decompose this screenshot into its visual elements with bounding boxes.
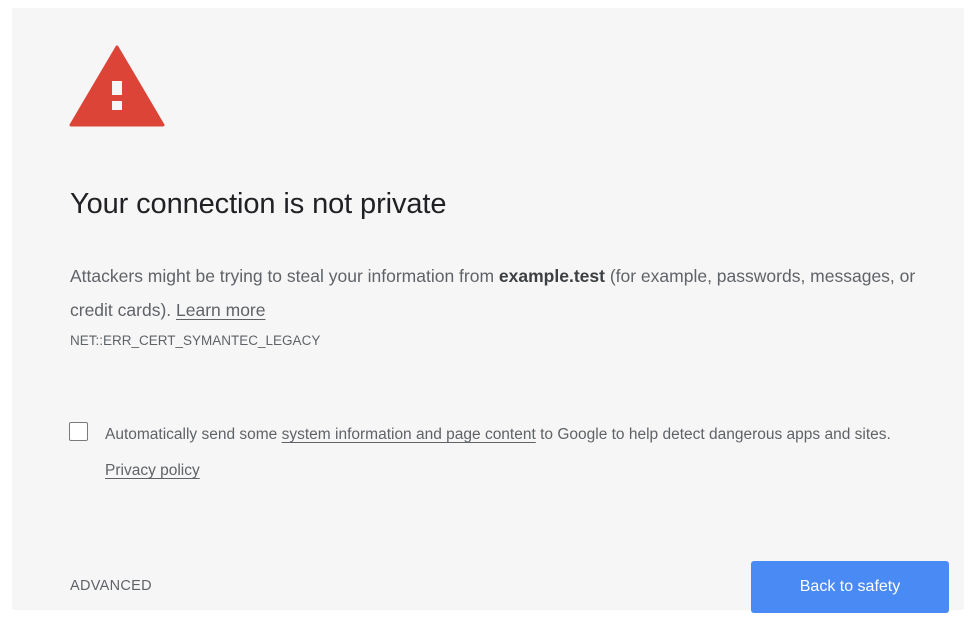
interstitial-page: Your connection is not private Attackers…: [12, 8, 964, 613]
site-name: example.test: [498, 266, 605, 286]
send-info-label: Automatically send some system informati…: [105, 417, 925, 489]
privacy-policy-link[interactable]: Privacy policy: [105, 462, 200, 479]
back-to-safety-button[interactable]: Back to safety: [751, 561, 949, 613]
error-code: NET::ERR_CERT_SYMANTEC_LEGACY: [70, 333, 321, 348]
send-info-checkbox[interactable]: [69, 422, 88, 441]
main-message-prefix: Attackers might be trying to steal your …: [70, 266, 499, 286]
optin-middle: to Google to help detect dangerous apps …: [535, 426, 891, 443]
optin-prefix: Automatically send some: [105, 426, 282, 443]
learn-more-link[interactable]: Learn more: [176, 300, 266, 320]
main-message: Attackers might be trying to steal your …: [70, 259, 950, 327]
system-info-link[interactable]: system information and page content: [282, 426, 536, 443]
page-title: Your connection is not private: [70, 188, 447, 220]
advanced-button[interactable]: ADVANCED: [70, 578, 152, 594]
warning-triangle-icon: [69, 45, 165, 127]
